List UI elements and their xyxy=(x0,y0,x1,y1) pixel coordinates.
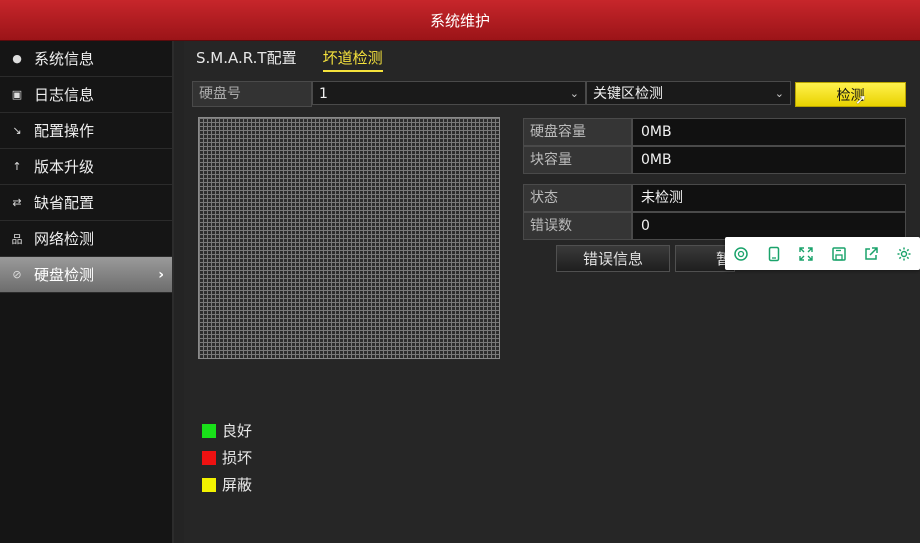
sidebar-item-label: 日志信息 xyxy=(34,86,95,104)
expand-icon[interactable] xyxy=(797,245,815,263)
disk-capacity-value: 0MB xyxy=(632,118,906,146)
legend-item-good: 良好 xyxy=(202,417,252,444)
sidebar-item-disk-check[interactable]: ⊘ 硬盘检测 › xyxy=(0,257,172,293)
disk-form-row: 硬盘号 1 ⌄ 关键区检测 ⌄ xyxy=(192,81,791,107)
disk-check-icon: ⊘ xyxy=(12,268,22,281)
capacity-table: 硬盘容量 0MB 块容量 0MB xyxy=(523,118,906,174)
chevron-right-icon: › xyxy=(158,266,164,283)
upgrade-icon: ↑ xyxy=(12,160,22,173)
tab-smart-config[interactable]: S.M.A.R.T配置 xyxy=(196,47,297,72)
window-title-bar: 系统维护 xyxy=(0,0,920,41)
error-count-value: 0 xyxy=(632,212,906,240)
sidebar-item-system-info[interactable]: ● 系统信息 xyxy=(0,41,172,77)
sidebar-item-config[interactable]: ↘ 配置操作 xyxy=(0,113,172,149)
tab-bar: S.M.A.R.T配置 坏道检测 xyxy=(196,47,383,72)
chevron-down-icon: ⌄ xyxy=(774,87,784,100)
block-capacity-value: 0MB xyxy=(632,146,906,174)
detect-button[interactable]: 检测 xyxy=(795,82,906,107)
error-count-label: 错误数 xyxy=(523,212,632,240)
window-title: 系统维护 xyxy=(429,11,490,30)
info-row: 硬盘容量 0MB xyxy=(523,118,906,146)
default-icon: ⇄ xyxy=(12,196,22,209)
disk-number-value: 1 xyxy=(319,86,328,102)
sidebar: ● 系统信息 ▣ 日志信息 ↘ 配置操作 ↑ 版本升级 ⇄ 缺省配置 品 网络检… xyxy=(0,41,174,543)
sidebar-item-label: 配置操作 xyxy=(34,122,95,140)
share-icon[interactable] xyxy=(862,245,880,263)
status-table: 状态 未检测 错误数 0 xyxy=(523,184,906,240)
disk-number-select[interactable]: 1 ⌄ xyxy=(312,81,586,105)
legend-label: 损坏 xyxy=(222,449,253,467)
save-icon[interactable] xyxy=(830,245,848,263)
floating-toolbar xyxy=(725,237,920,270)
search-icon[interactable] xyxy=(732,245,750,263)
settings-icon[interactable] xyxy=(895,245,913,263)
status-label: 状态 xyxy=(523,184,632,212)
sector-map-grid xyxy=(198,117,500,359)
network-icon: 品 xyxy=(11,232,23,246)
sidebar-item-label: 网络检测 xyxy=(34,230,95,248)
tablet-icon[interactable] xyxy=(765,245,783,263)
status-value: 未检测 xyxy=(632,184,906,212)
legend-swatch-yellow xyxy=(202,477,216,492)
tab-bad-sector-check[interactable]: 坏道检测 xyxy=(322,47,383,72)
info-row: 状态 未检测 xyxy=(523,184,906,212)
sidebar-item-upgrade[interactable]: ↑ 版本升级 xyxy=(0,149,172,185)
legend-label: 良好 xyxy=(222,422,253,440)
config-icon: ↘ xyxy=(12,124,22,137)
disk-capacity-label: 硬盘容量 xyxy=(523,118,632,146)
log-icon: ▣ xyxy=(11,88,23,101)
sidebar-item-label: 缺省配置 xyxy=(34,194,95,212)
sidebar-item-label: 硬盘检测 xyxy=(34,266,95,284)
check-mode-value: 关键区检测 xyxy=(593,86,663,102)
info-row: 块容量 0MB xyxy=(523,146,906,174)
disk-number-label: 硬盘号 xyxy=(192,81,312,107)
info-icon: ● xyxy=(12,52,22,65)
block-capacity-label: 块容量 xyxy=(523,146,632,174)
chevron-down-icon: ⌄ xyxy=(569,87,579,100)
legend-item-damaged: 损坏 xyxy=(202,444,252,471)
error-info-button[interactable]: 错误信息 xyxy=(556,245,670,272)
sidebar-item-label: 系统信息 xyxy=(34,50,95,68)
legend-item-shielded: 屏蔽 xyxy=(202,471,252,498)
legend-label: 屏蔽 xyxy=(222,476,253,494)
legend-swatch-green xyxy=(202,423,216,438)
info-row: 错误数 0 xyxy=(523,212,906,240)
mouse-cursor-icon: ➚ xyxy=(855,92,867,108)
legend: 良好 损坏 屏蔽 xyxy=(202,417,252,498)
sidebar-item-log-info[interactable]: ▣ 日志信息 xyxy=(0,77,172,113)
sidebar-item-network-check[interactable]: 品 网络检测 xyxy=(0,221,172,257)
legend-swatch-red xyxy=(202,450,216,465)
check-mode-select[interactable]: 关键区检测 ⌄ xyxy=(586,81,791,105)
sidebar-item-label: 版本升级 xyxy=(34,158,95,176)
sidebar-item-default-config[interactable]: ⇄ 缺省配置 xyxy=(0,185,172,221)
